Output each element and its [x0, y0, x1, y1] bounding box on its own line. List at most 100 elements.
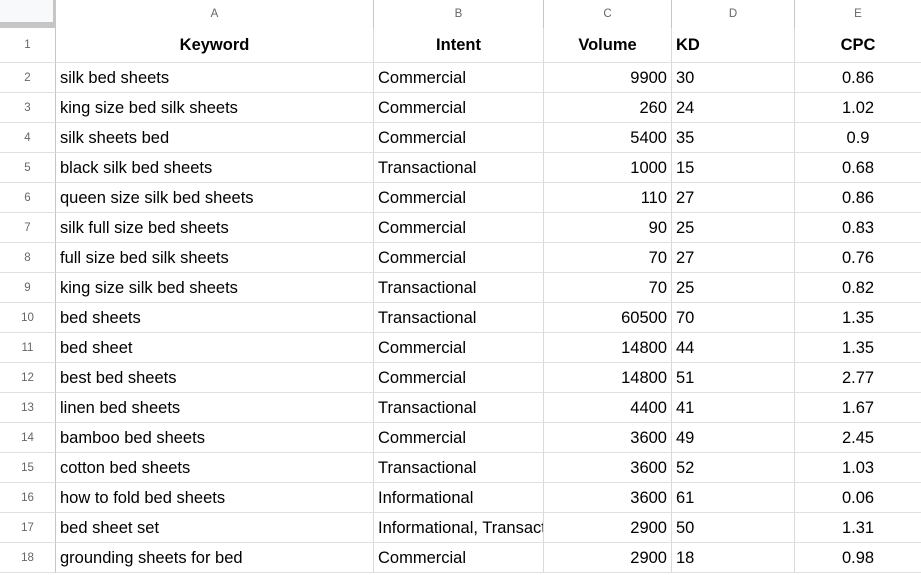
row-header-11[interactable]: 11	[0, 333, 56, 363]
cell-A2[interactable]: silk bed sheets	[56, 63, 374, 93]
cell-B10[interactable]: Transactional	[374, 303, 544, 333]
cell-C4[interactable]: 5400	[544, 123, 672, 153]
row-header-13[interactable]: 13	[0, 393, 56, 423]
row-header-12[interactable]: 12	[0, 363, 56, 393]
cell-B7[interactable]: Commercial	[374, 213, 544, 243]
row-header-9[interactable]: 9	[0, 273, 56, 303]
cell-E4[interactable]: 0.9	[795, 123, 921, 153]
column-header-e[interactable]: E	[795, 0, 921, 28]
row-header-10[interactable]: 10	[0, 303, 56, 333]
cell-D7[interactable]: 25	[672, 213, 795, 243]
row-header-3[interactable]: 3	[0, 93, 56, 123]
column-header-d[interactable]: D	[672, 0, 795, 28]
cell-D11[interactable]: 44	[672, 333, 795, 363]
cell-A13[interactable]: linen bed sheets	[56, 393, 374, 423]
cell-A18[interactable]: grounding sheets for bed	[56, 543, 374, 573]
header-cell-E1[interactable]: CPC	[795, 28, 921, 63]
cell-A9[interactable]: king size silk bed sheets	[56, 273, 374, 303]
cell-A7[interactable]: silk full size bed sheets	[56, 213, 374, 243]
cell-C5[interactable]: 1000	[544, 153, 672, 183]
cell-D9[interactable]: 25	[672, 273, 795, 303]
cell-A10[interactable]: bed sheets	[56, 303, 374, 333]
header-cell-B1[interactable]: Intent	[374, 28, 544, 63]
cell-A6[interactable]: queen size silk bed sheets	[56, 183, 374, 213]
cell-C3[interactable]: 260	[544, 93, 672, 123]
cell-B5[interactable]: Transactional	[374, 153, 544, 183]
cell-C15[interactable]: 3600	[544, 453, 672, 483]
cell-D14[interactable]: 49	[672, 423, 795, 453]
cell-B6[interactable]: Commercial	[374, 183, 544, 213]
column-header-b[interactable]: B	[374, 0, 544, 28]
cell-E15[interactable]: 1.03	[795, 453, 921, 483]
row-header-15[interactable]: 15	[0, 453, 56, 483]
select-all-corner-button[interactable]	[0, 0, 56, 28]
row-header-6[interactable]: 6	[0, 183, 56, 213]
header-cell-C1[interactable]: Volume	[544, 28, 672, 63]
cell-D17[interactable]: 50	[672, 513, 795, 543]
cell-C11[interactable]: 14800	[544, 333, 672, 363]
cell-A14[interactable]: bamboo bed sheets	[56, 423, 374, 453]
cell-C2[interactable]: 9900	[544, 63, 672, 93]
cell-E3[interactable]: 1.02	[795, 93, 921, 123]
row-header-16[interactable]: 16	[0, 483, 56, 513]
cell-A4[interactable]: silk sheets bed	[56, 123, 374, 153]
cell-C6[interactable]: 110	[544, 183, 672, 213]
cell-C9[interactable]: 70	[544, 273, 672, 303]
cell-B16[interactable]: Informational	[374, 483, 544, 513]
cell-E14[interactable]: 2.45	[795, 423, 921, 453]
cell-D8[interactable]: 27	[672, 243, 795, 273]
cell-C16[interactable]: 3600	[544, 483, 672, 513]
cell-D18[interactable]: 18	[672, 543, 795, 573]
cell-B4[interactable]: Commercial	[374, 123, 544, 153]
cell-E17[interactable]: 1.31	[795, 513, 921, 543]
cell-D5[interactable]: 15	[672, 153, 795, 183]
cell-E7[interactable]: 0.83	[795, 213, 921, 243]
cell-A11[interactable]: bed sheet	[56, 333, 374, 363]
cell-D12[interactable]: 51	[672, 363, 795, 393]
cell-E9[interactable]: 0.82	[795, 273, 921, 303]
row-header-4[interactable]: 4	[0, 123, 56, 153]
cell-D4[interactable]: 35	[672, 123, 795, 153]
spreadsheet-grid[interactable]: A B C D E 1 2 3 4 5 6 7 8 9 10 11 12 13 14 15 16 17 18 Keyword I…	[0, 0, 921, 575]
cell-C7[interactable]: 90	[544, 213, 672, 243]
row-header-14[interactable]: 14	[0, 423, 56, 453]
header-cell-A1[interactable]: Keyword	[56, 28, 374, 63]
row-header-5[interactable]: 5	[0, 153, 56, 183]
cell-B13[interactable]: Transactional	[374, 393, 544, 423]
cell-A8[interactable]: full size bed silk sheets	[56, 243, 374, 273]
cell-A5[interactable]: black silk bed sheets	[56, 153, 374, 183]
cell-C10[interactable]: 60500	[544, 303, 672, 333]
cell-B17[interactable]: Informational, Transactional	[374, 513, 544, 543]
cell-C18[interactable]: 2900	[544, 543, 672, 573]
cell-B2[interactable]: Commercial	[374, 63, 544, 93]
cell-C14[interactable]: 3600	[544, 423, 672, 453]
cell-B14[interactable]: Commercial	[374, 423, 544, 453]
cell-E11[interactable]: 1.35	[795, 333, 921, 363]
cell-B18[interactable]: Commercial	[374, 543, 544, 573]
cell-A12[interactable]: best bed sheets	[56, 363, 374, 393]
cell-D13[interactable]: 41	[672, 393, 795, 423]
cell-B12[interactable]: Commercial	[374, 363, 544, 393]
cell-E6[interactable]: 0.86	[795, 183, 921, 213]
cell-A16[interactable]: how to fold bed sheets	[56, 483, 374, 513]
cell-D10[interactable]: 70	[672, 303, 795, 333]
header-cell-D1[interactable]: KD	[672, 28, 795, 63]
cell-E2[interactable]: 0.86	[795, 63, 921, 93]
row-header-18[interactable]: 18	[0, 543, 56, 573]
cell-E5[interactable]: 0.68	[795, 153, 921, 183]
cell-E18[interactable]: 0.98	[795, 543, 921, 573]
cell-A17[interactable]: bed sheet set	[56, 513, 374, 543]
cell-E13[interactable]: 1.67	[795, 393, 921, 423]
cell-B11[interactable]: Commercial	[374, 333, 544, 363]
cell-A15[interactable]: cotton bed sheets	[56, 453, 374, 483]
row-header-8[interactable]: 8	[0, 243, 56, 273]
cell-E12[interactable]: 2.77	[795, 363, 921, 393]
cell-C17[interactable]: 2900	[544, 513, 672, 543]
column-header-c[interactable]: C	[544, 0, 672, 28]
cell-C12[interactable]: 14800	[544, 363, 672, 393]
cell-B15[interactable]: Transactional	[374, 453, 544, 483]
cell-D6[interactable]: 27	[672, 183, 795, 213]
cell-D16[interactable]: 61	[672, 483, 795, 513]
row-header-1[interactable]: 1	[0, 28, 56, 63]
row-header-2[interactable]: 2	[0, 63, 56, 93]
